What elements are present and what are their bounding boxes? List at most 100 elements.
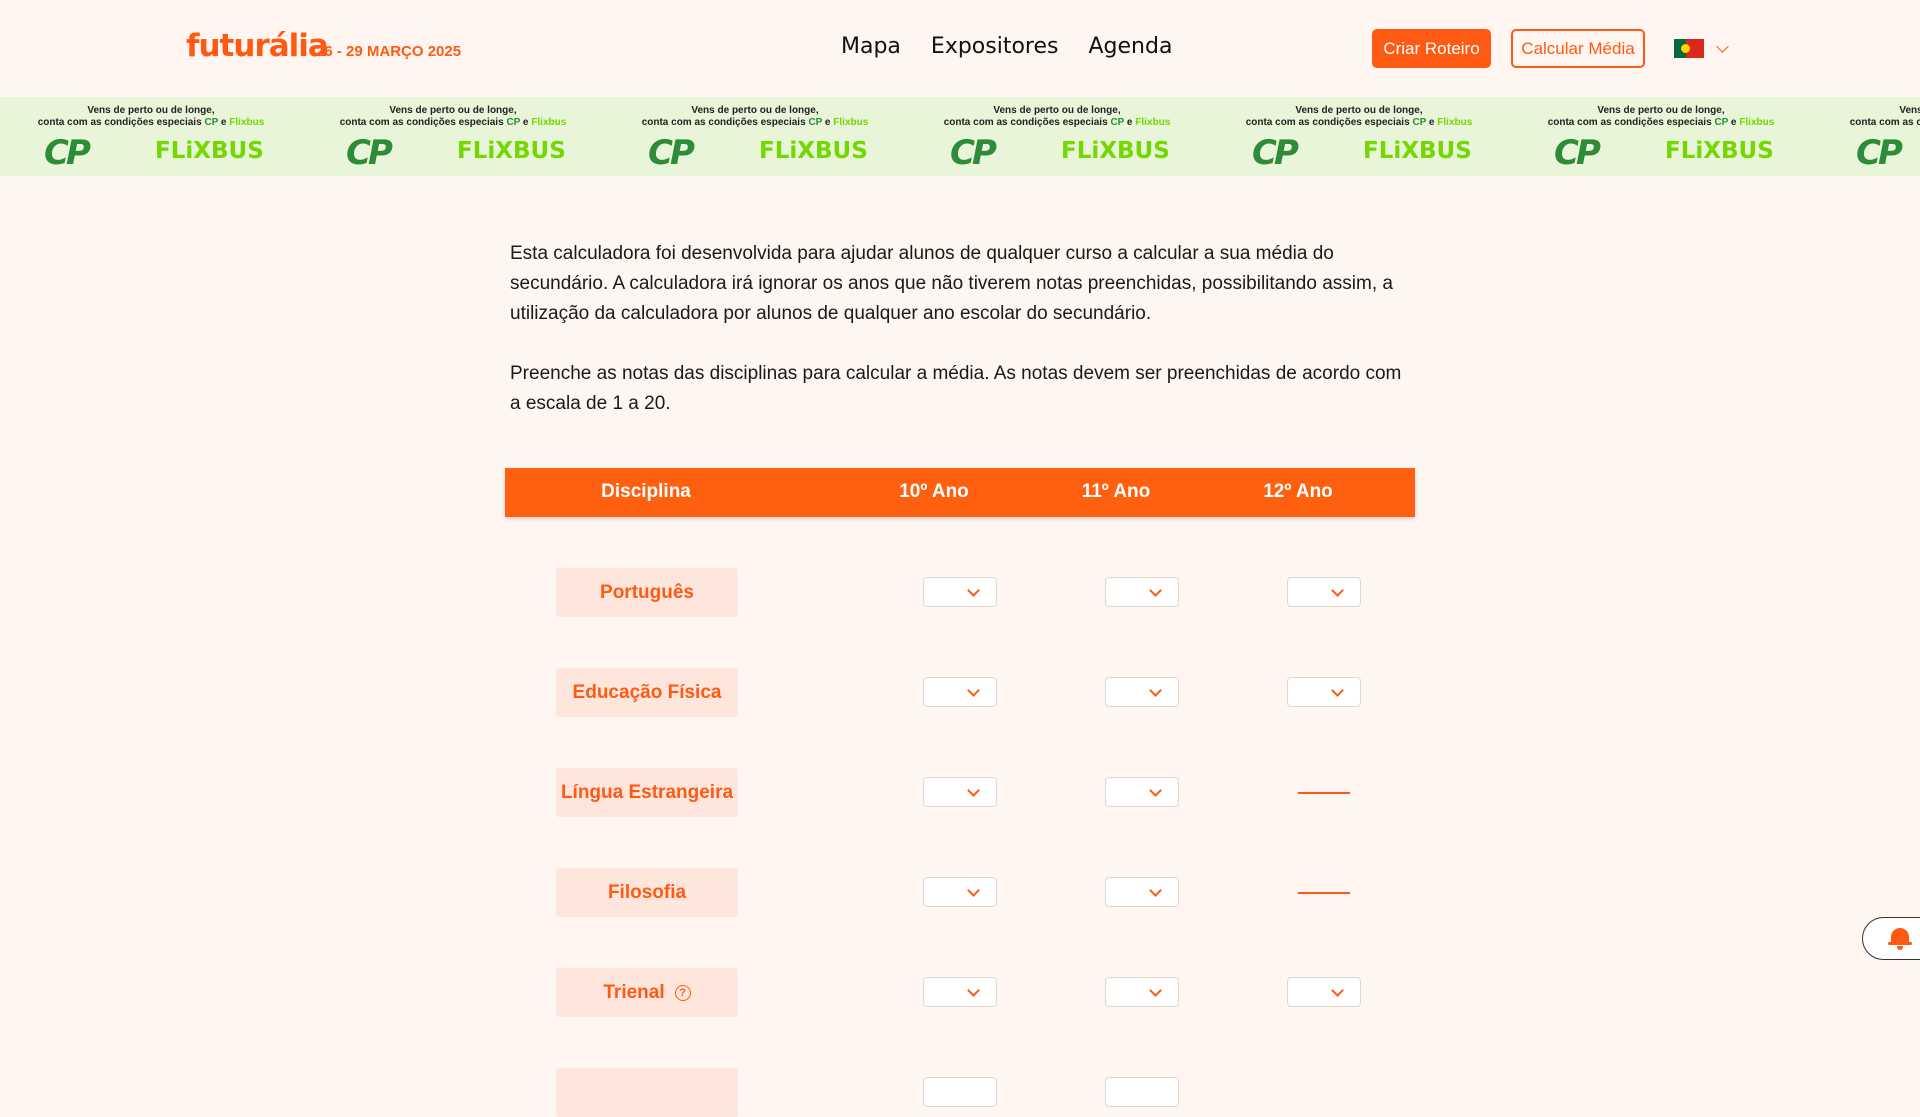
- grade-select-11-ano[interactable]: [1105, 877, 1179, 907]
- chevron-down-icon: [1149, 784, 1162, 797]
- promo-prefix: conta com as condições especiais: [1849, 117, 1920, 128]
- nav-agenda[interactable]: Agenda: [1089, 34, 1173, 59]
- header-11-ano: 11º Ano: [1081, 481, 1151, 502]
- grade-select-10-ano[interactable]: [923, 877, 997, 907]
- promo-prefix: conta com as condições especiais: [641, 117, 809, 128]
- promo-item: Vens de perto ou de longe,conta com as c…: [906, 97, 1208, 176]
- promo-cp: CP: [1412, 117, 1427, 128]
- promo-prefix: conta com as condições especiais: [37, 117, 205, 128]
- promo-line-2: conta com as condições especiais CP e Fl…: [906, 117, 1208, 128]
- promo-prefix: conta com as condições especiais: [943, 117, 1111, 128]
- promo-line-2: conta com as condições especiais CP e Fl…: [604, 117, 906, 128]
- grade-select-12-ano[interactable]: [1287, 677, 1361, 707]
- subject-name: Trienal: [603, 981, 665, 1003]
- subject-label: Educação Física: [556, 668, 738, 717]
- subject-label: [556, 1068, 738, 1117]
- promo-cp: CP: [808, 117, 823, 128]
- table-header: Disciplina 10º Ano 11º Ano 12º Ano: [505, 468, 1415, 517]
- grade-select-11-ano[interactable]: [1105, 977, 1179, 1007]
- promo-and: e: [822, 117, 834, 128]
- grade-select-10-ano[interactable]: [923, 977, 997, 1007]
- cp-logo: CP: [950, 133, 997, 173]
- cp-logo: CP: [346, 133, 393, 173]
- cp-logo: CP: [44, 133, 91, 173]
- promo-item: Vens de perto ou de longe,conta com as c…: [1510, 97, 1812, 176]
- promo-flixbus: Flixbus: [531, 117, 567, 128]
- cp-logo: CP: [1856, 133, 1903, 173]
- promo-line-2: conta com as condições especiais CP e Fl…: [0, 117, 302, 128]
- grade-select-10-ano[interactable]: [923, 677, 997, 707]
- grade-select-10-ano[interactable]: [923, 1077, 997, 1107]
- grade-select-12-ano[interactable]: [1287, 977, 1361, 1007]
- grade-select-10-ano[interactable]: [923, 777, 997, 807]
- grade-select-10-ano[interactable]: [923, 577, 997, 607]
- main-nav: Mapa Expositores Agenda: [841, 34, 1172, 59]
- promo-prefix: conta com as condições especiais: [339, 117, 507, 128]
- promo-cp: CP: [204, 117, 219, 128]
- chevron-down-icon: [1331, 584, 1344, 597]
- subject-label: Filosofia: [556, 868, 738, 917]
- intro-paragraph: Esta calculadora foi desenvolvida para a…: [510, 243, 1393, 324]
- chevron-down-icon: [1149, 684, 1162, 697]
- subject-name: Português: [600, 581, 694, 603]
- promo-prefix: conta com as condições especiais: [1245, 117, 1413, 128]
- flixbus-logo: FLiXBUS: [1363, 138, 1472, 164]
- promo-line-1: Vens de perto ou de longe,: [1899, 105, 1920, 116]
- calcular-media-button[interactable]: Calcular Média: [1511, 29, 1645, 68]
- chevron-down-icon: [1149, 884, 1162, 897]
- subject-name: Língua Estrangeira: [560, 781, 734, 803]
- grade-select-12-ano[interactable]: [1287, 577, 1361, 607]
- flixbus-logo: FLiXBUS: [155, 138, 264, 164]
- promo-prefix: conta com as condições especiais: [1547, 117, 1715, 128]
- nav-expositores[interactable]: Expositores: [931, 34, 1059, 59]
- futuralia-logo[interactable]: futurália: [186, 28, 329, 64]
- nav-mapa[interactable]: Mapa: [841, 34, 901, 59]
- chevron-down-icon: [1331, 684, 1344, 697]
- promo-item: Vens de perto ou de longe,conta com as c…: [604, 97, 906, 176]
- header-10-ano: 10º Ano: [899, 481, 969, 502]
- promo-and: e: [520, 117, 532, 128]
- grade-select-11-ano[interactable]: [1105, 577, 1179, 607]
- promo-line-2: conta com as condições especiais CP e Fl…: [1812, 117, 1920, 128]
- chevron-down-icon: [1149, 584, 1162, 597]
- promo-flixbus: Flixbus: [1437, 117, 1473, 128]
- cp-logo: CP: [648, 133, 695, 173]
- promo-and: e: [1728, 117, 1740, 128]
- promo-line-1: Vens de perto ou de longe,: [87, 105, 215, 116]
- chevron-down-icon: [967, 584, 980, 597]
- event-dates: 26 - 29 MARÇO 2025: [316, 43, 462, 60]
- flixbus-logo: FLiXBUS: [759, 138, 868, 164]
- question-circle-icon[interactable]: ?: [674, 984, 691, 1001]
- grade-select-11-ano[interactable]: [1105, 677, 1179, 707]
- notification-button[interactable]: [1862, 917, 1920, 960]
- chevron-down-icon: [967, 984, 980, 997]
- promo-flixbus: Flixbus: [229, 117, 265, 128]
- site-header: futurália 26 - 29 MARÇO 2025 Mapa Exposi…: [0, 0, 1920, 97]
- criar-roteiro-button[interactable]: Criar Roteiro: [1372, 29, 1491, 68]
- subject-label: Português: [556, 568, 738, 617]
- subject-label: Trienal?: [556, 968, 738, 1017]
- promo-line-2: conta com as condições especiais CP e Fl…: [302, 117, 604, 128]
- promo-and: e: [1426, 117, 1438, 128]
- grade-select-11-ano[interactable]: [1105, 777, 1179, 807]
- promo-flixbus: Flixbus: [1135, 117, 1171, 128]
- promo-line-1: Vens de perto ou de longe,: [1597, 105, 1725, 116]
- flixbus-logo: FLiXBUS: [457, 138, 566, 164]
- header-disciplina: Disciplina: [601, 481, 691, 502]
- subject-name: Filosofia: [607, 881, 687, 903]
- chevron-down-icon: [1331, 984, 1344, 997]
- subject-label: Língua Estrangeira: [556, 768, 738, 817]
- cp-logo: CP: [1554, 133, 1601, 173]
- grade-select-11-ano[interactable]: [1105, 1077, 1179, 1107]
- promo-line-2: conta com as condições especiais CP e Fl…: [1208, 117, 1510, 128]
- subject-name: Educação Física: [572, 681, 722, 703]
- promo-item: Vens de perto ou de longe,conta com as c…: [1208, 97, 1510, 176]
- language-selector[interactable]: [1674, 39, 1729, 58]
- promo-banner[interactable]: Vens de perto ou de longe, conta com as c…: [0, 97, 1920, 176]
- chevron-down-icon: [967, 784, 980, 797]
- cp-logo: CP: [1252, 133, 1299, 173]
- chevron-down-icon: [967, 884, 980, 897]
- chevron-down-icon: [967, 684, 980, 697]
- promo-item: Vens de perto ou de longe,conta com as c…: [0, 97, 302, 176]
- promo-item: Vens de perto ou de longe,conta com as c…: [1812, 97, 1920, 176]
